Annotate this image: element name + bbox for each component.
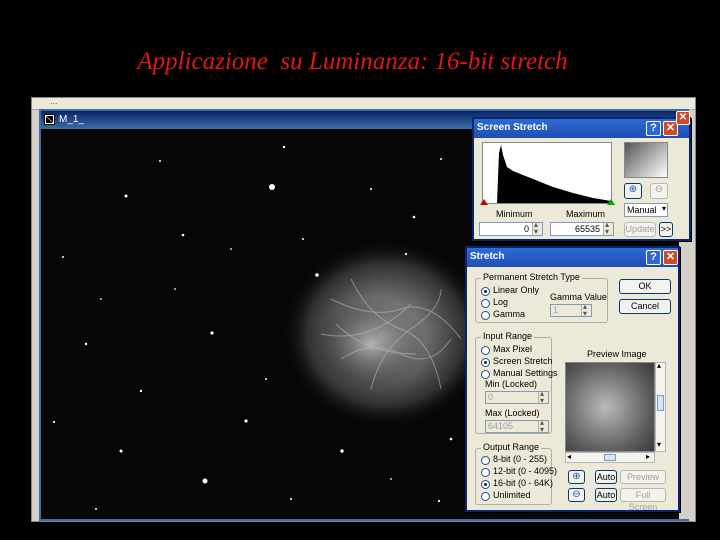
mode-select[interactable]: Manual ▾ bbox=[624, 203, 668, 217]
manual-settings-label: Manual Settings bbox=[493, 368, 558, 378]
maximum-field[interactable]: 65535 bbox=[550, 220, 614, 236]
minimum-spinner[interactable] bbox=[532, 220, 542, 236]
scroll-up-icon[interactable]: ▴ bbox=[657, 361, 661, 370]
auto-button-1[interactable]: Auto bbox=[595, 470, 617, 484]
min-locked-value: 0 bbox=[488, 392, 494, 402]
zoom-out-icon: ⊖ bbox=[572, 489, 581, 500]
image-icon bbox=[44, 114, 55, 125]
preview-image[interactable] bbox=[565, 362, 655, 452]
maximum-label: Maximum bbox=[566, 209, 606, 219]
stretch-title: Stretch bbox=[470, 251, 505, 262]
preview-vertical-scrollbar[interactable]: ▴ ▾ bbox=[655, 361, 666, 452]
zoom-out-icon: ⊖ bbox=[654, 184, 664, 195]
stretch-titlebar[interactable]: Stretch ? ✕ bbox=[467, 248, 678, 267]
gamma-value-field[interactable]: 1 bbox=[550, 302, 592, 318]
zoom-out-button[interactable]: ⊖ bbox=[568, 488, 585, 502]
radio-8bit[interactable] bbox=[481, 456, 490, 465]
radio-manual-settings[interactable] bbox=[481, 370, 490, 379]
8bit-label: 8-bit (0 - 255) bbox=[493, 454, 548, 464]
gradient-preview bbox=[624, 142, 668, 178]
mode-select-value: Manual bbox=[627, 205, 657, 215]
gamma-value-label: Gamma Value bbox=[550, 292, 607, 302]
full-screen-button[interactable]: Full Screen bbox=[620, 488, 666, 512]
scroll-right-icon[interactable]: ▸ bbox=[646, 452, 650, 461]
min-marker[interactable] bbox=[480, 199, 488, 205]
stretch-type-label: Permanent Stretch Type bbox=[481, 272, 582, 282]
preview-horizontal-scrollbar[interactable]: ◂ ▸ bbox=[565, 452, 655, 463]
help-button[interactable]: ? bbox=[646, 250, 661, 265]
max-locked-field[interactable]: 64105 bbox=[485, 418, 549, 434]
16bit-label: 16-bit (0 - 64K) bbox=[493, 478, 554, 488]
max-locked-label: Max (Locked) bbox=[485, 408, 540, 418]
zoom-out-button[interactable]: ⊖ bbox=[650, 183, 668, 199]
app-close-button[interactable]: ✕ bbox=[676, 111, 690, 125]
update-button[interactable]: Update bbox=[624, 222, 656, 237]
min-locked-label: Min (Locked) bbox=[485, 379, 538, 389]
screen-stretch-title: Screen Stretch bbox=[477, 122, 548, 133]
zoom-in-button[interactable]: ⊕ bbox=[624, 183, 642, 199]
max-locked-value: 64105 bbox=[488, 421, 514, 431]
help-button[interactable]: ? bbox=[646, 121, 661, 136]
preview-image-label: Preview Image bbox=[587, 349, 647, 359]
zoom-in-icon: ⊕ bbox=[572, 471, 581, 482]
output-range-label: Output Range bbox=[481, 442, 542, 452]
radio-screen-stretch[interactable] bbox=[481, 358, 490, 367]
image-window-title: M_1_ bbox=[59, 114, 85, 125]
histogram-plot bbox=[483, 145, 611, 203]
maximum-value: 65535 bbox=[574, 224, 600, 234]
min-locked-spinner[interactable] bbox=[538, 389, 548, 405]
max-pixel-label: Max Pixel bbox=[493, 344, 533, 354]
more-button[interactable]: >> bbox=[659, 222, 673, 237]
scroll-thumb[interactable] bbox=[657, 395, 664, 411]
maximum-spinner[interactable] bbox=[603, 220, 613, 236]
cancel-button[interactable]: Cancel bbox=[619, 299, 671, 314]
radio-16bit[interactable] bbox=[481, 480, 490, 489]
minimum-field[interactable]: 0 bbox=[479, 220, 543, 236]
12bit-label: 12-bit (0 - 4095) bbox=[493, 466, 558, 476]
zoom-in-icon: ⊕ bbox=[628, 184, 638, 195]
gamma-spinner[interactable] bbox=[581, 302, 591, 318]
scroll-left-icon[interactable]: ◂ bbox=[567, 452, 571, 461]
radio-log[interactable] bbox=[481, 299, 490, 308]
minimum-value: 0 bbox=[523, 224, 529, 234]
zoom-in-button[interactable]: ⊕ bbox=[568, 470, 585, 484]
close-button[interactable]: ✕ bbox=[663, 250, 678, 265]
screen-stretch-titlebar[interactable]: Screen Stretch ? ✕ bbox=[474, 119, 689, 138]
radio-gamma[interactable] bbox=[481, 311, 490, 320]
stretch-dialog: Stretch ? ✕ Permanent Stretch Type Linea… bbox=[465, 246, 680, 512]
output-range-group: Output Range 8-bit (0 - 255) 12-bit (0 -… bbox=[475, 442, 557, 505]
radio-max-pixel[interactable] bbox=[481, 346, 490, 355]
log-label: Log bbox=[493, 297, 509, 307]
min-locked-field[interactable]: 0 bbox=[485, 389, 549, 405]
auto-button-2[interactable]: Auto bbox=[595, 488, 617, 502]
radio-linear-only[interactable] bbox=[481, 287, 490, 296]
max-marker[interactable] bbox=[607, 199, 615, 205]
screen-stretch-dialog: Screen Stretch ? ✕ ⊕ ⊖ Minimum Maximum 0… bbox=[472, 117, 691, 241]
stretch-type-group: Permanent Stretch Type Linear Only Log G… bbox=[475, 272, 608, 323]
ok-button[interactable]: OK bbox=[619, 279, 671, 294]
histogram[interactable] bbox=[482, 142, 612, 204]
screen-stretch-label: Screen Stretch bbox=[493, 356, 553, 366]
slide-title: Applicazione su Luminanza: 16-bit stretc… bbox=[137, 48, 568, 75]
scroll-down-icon[interactable]: ▾ bbox=[657, 440, 661, 449]
radio-unlimited[interactable] bbox=[481, 492, 490, 501]
linear-only-label: Linear Only bbox=[493, 285, 540, 295]
input-range-label: Input Range bbox=[481, 331, 535, 341]
gamma-label: Gamma bbox=[493, 309, 526, 319]
max-locked-spinner[interactable] bbox=[538, 418, 548, 434]
unlimited-label: Unlimited bbox=[493, 490, 531, 500]
radio-12bit[interactable] bbox=[481, 468, 490, 477]
chevron-down-icon: ▾ bbox=[661, 204, 666, 213]
scroll-thumb[interactable] bbox=[604, 454, 616, 461]
minimum-label: Minimum bbox=[496, 209, 533, 219]
preview-button[interactable]: Preview bbox=[620, 470, 666, 484]
app-menu-text: ... bbox=[50, 96, 58, 106]
input-range-group: Input Range Max Pixel Screen Stretch Man… bbox=[475, 331, 558, 434]
gamma-value: 1 bbox=[553, 305, 559, 315]
